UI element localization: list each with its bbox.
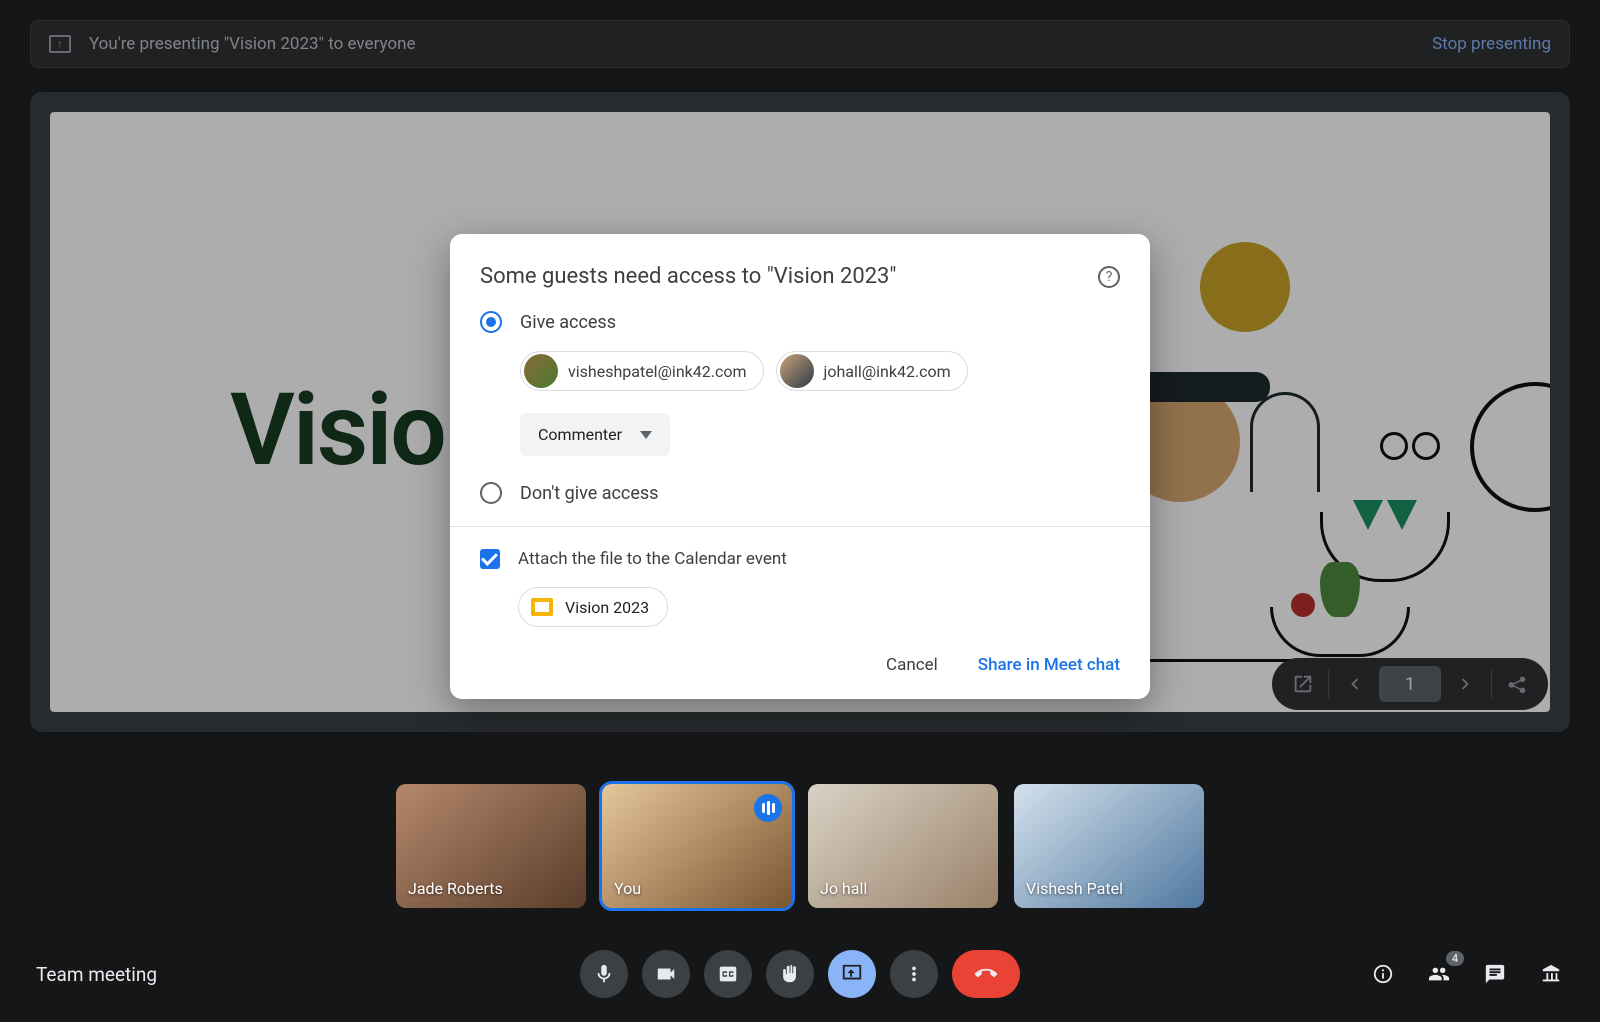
file-name: Vision 2023 (565, 598, 649, 617)
people-count-badge: 4 (1446, 951, 1464, 966)
speaking-indicator-icon (754, 794, 782, 822)
participant-name: Jade Roberts (408, 879, 503, 898)
activities-panel-button[interactable] (1538, 961, 1564, 987)
file-chip[interactable]: Vision 2023 (518, 587, 668, 627)
attach-label: Attach the file to the Calendar event (518, 549, 787, 569)
people-panel-button[interactable]: 4 (1426, 961, 1452, 987)
radio-icon[interactable] (480, 311, 502, 333)
bottom-bar: Team meeting 4 (0, 926, 1600, 1022)
present-button[interactable] (828, 950, 876, 998)
role-select[interactable]: Commenter (520, 413, 670, 456)
avatar-icon (524, 354, 558, 388)
role-value: Commenter (538, 425, 622, 444)
person-chip[interactable]: visheshpatel@ink42.com (520, 351, 764, 391)
radio-dont-give-access[interactable]: Don't give access (450, 474, 1150, 526)
captions-button[interactable] (704, 950, 752, 998)
radio-label: Don't give access (520, 483, 658, 504)
dialog-title: Some guests need access to "Vision 2023" (480, 264, 896, 289)
radio-icon[interactable] (480, 482, 502, 504)
more-options-button[interactable] (890, 950, 938, 998)
cancel-button[interactable]: Cancel (886, 655, 938, 675)
chip-email: visheshpatel@ink42.com (568, 362, 747, 381)
radio-label: Give access (520, 312, 616, 333)
participant-tile[interactable]: Vishesh Patel (1014, 784, 1204, 908)
meeting-details-button[interactable] (1370, 961, 1396, 987)
leave-call-button[interactable] (952, 950, 1020, 998)
participant-tile[interactable]: You (602, 784, 792, 908)
people-chip-list: visheshpatel@ink42.com johall@ink42.com (450, 341, 1150, 401)
chip-email: johall@ink42.com (824, 362, 951, 381)
raise-hand-button[interactable] (766, 950, 814, 998)
participant-filmstrip: Jade Roberts You Jo hall Vishesh Patel (396, 784, 1204, 908)
person-chip[interactable]: johall@ink42.com (776, 351, 968, 391)
participant-tile[interactable]: Jo hall (808, 784, 998, 908)
right-panel-icons: 4 (1370, 961, 1564, 987)
meeting-name: Team meeting (36, 963, 157, 986)
help-icon[interactable]: ? (1098, 266, 1120, 288)
radio-give-access[interactable]: Give access (450, 303, 1150, 341)
avatar-icon (780, 354, 814, 388)
share-access-dialog: Some guests need access to "Vision 2023"… (450, 234, 1150, 699)
participant-name: You (614, 879, 641, 898)
share-in-chat-button[interactable]: Share in Meet chat (978, 655, 1120, 675)
camera-button[interactable] (642, 950, 690, 998)
mic-button[interactable] (580, 950, 628, 998)
call-controls (580, 950, 1020, 998)
attach-checkbox[interactable] (480, 549, 500, 569)
participant-name: Vishesh Patel (1026, 879, 1123, 898)
google-slides-icon (531, 598, 553, 616)
chat-panel-button[interactable] (1482, 961, 1508, 987)
participant-name: Jo hall (820, 879, 867, 898)
participant-tile[interactable]: Jade Roberts (396, 784, 586, 908)
chevron-down-icon (640, 431, 652, 439)
